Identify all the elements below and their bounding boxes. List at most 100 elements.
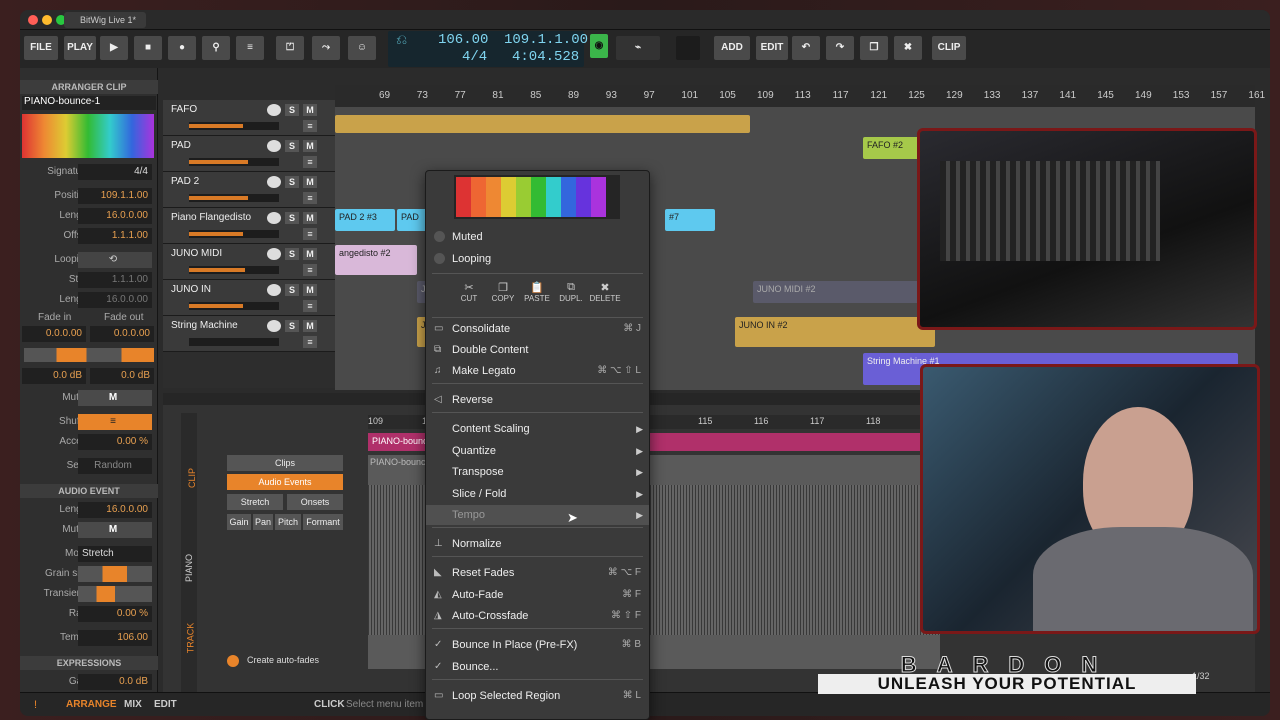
mute-button[interactable]: M: [303, 248, 317, 260]
undo-icon[interactable]: ↶: [792, 36, 820, 60]
gain-right-value[interactable]: 0.0 dB: [90, 368, 154, 384]
gain-left-value[interactable]: 0.0 dB: [22, 368, 86, 384]
track-volume-fader[interactable]: [189, 122, 279, 130]
mute-button[interactable]: M: [303, 320, 317, 332]
formant-lane-button[interactable]: Formant: [303, 514, 343, 530]
length-value[interactable]: 16.0.0.00: [78, 208, 152, 224]
menu-looping[interactable]: Looping: [426, 249, 649, 269]
menu-item-reverse[interactable]: ◁ Reverse: [426, 390, 649, 410]
record-arm-icon[interactable]: [267, 320, 281, 332]
track-menu-icon[interactable]: ≡: [303, 192, 317, 204]
menu-item-double-content[interactable]: ⧉ Double Content: [426, 340, 649, 360]
signature-value[interactable]: 4/4: [78, 164, 152, 180]
track-menu-icon[interactable]: ≡: [303, 300, 317, 312]
menu-action-dupl[interactable]: ⧉ DUPL.: [554, 281, 588, 303]
solo-button[interactable]: S: [285, 320, 299, 332]
menu-item-tempo[interactable]: Tempo ▶: [426, 505, 649, 525]
close-window-button[interactable]: [28, 15, 38, 25]
position-display[interactable]: 109.1.1.00: [504, 32, 588, 48]
delete-icon[interactable]: ✖: [894, 36, 922, 60]
solo-button[interactable]: S: [285, 212, 299, 224]
menu-item-auto-fade[interactable]: ◭ Auto-Fade ⌘ F: [426, 585, 649, 605]
record-icon[interactable]: ●: [168, 36, 196, 60]
shuffle-toggle[interactable]: ≡: [78, 414, 152, 430]
loop-toggle[interactable]: ⟲: [78, 252, 152, 268]
track-menu-icon[interactable]: ≡: [303, 156, 317, 168]
arrange-tab[interactable]: ARRANGE: [66, 699, 117, 710]
arranger-ruler[interactable]: 69 73 77 81 85 89 93 97 101 105 109 113 117 121 125 129…: [335, 85, 1265, 107]
record-arm-icon[interactable]: [267, 212, 281, 224]
loop-length-value[interactable]: 16.0.0.00: [78, 292, 152, 308]
redo-icon[interactable]: ↷: [826, 36, 854, 60]
menu-muted[interactable]: Muted: [426, 227, 649, 247]
mix-tab[interactable]: MIX: [124, 699, 142, 710]
file-button[interactable]: FILE: [24, 36, 58, 60]
mute-toggle[interactable]: M: [78, 390, 152, 406]
track-volume-fader[interactable]: [189, 302, 279, 310]
color-palette-menu[interactable]: [454, 175, 620, 219]
gain-lane-button[interactable]: Gain: [227, 514, 251, 530]
transients-selector[interactable]: [78, 586, 152, 602]
metronome-icon[interactable]: ⏍: [276, 36, 304, 60]
random-button[interactable]: Random: [78, 458, 152, 474]
expr-gain-value[interactable]: 0.0 dB: [78, 674, 152, 690]
add-button[interactable]: ADD: [714, 36, 750, 60]
menu-item-bounce[interactable]: ✓ Bounce...: [426, 657, 649, 677]
menu-item-slice-fold[interactable]: Slice / Fold ▶: [426, 484, 649, 504]
clip-name-field[interactable]: PIANO-bounce-1: [22, 96, 156, 110]
info-icon[interactable]: !: [34, 699, 37, 711]
record-arm-icon[interactable]: [267, 176, 281, 188]
record-arm-icon[interactable]: [267, 248, 281, 260]
event-length-value[interactable]: 16.0.0.00: [78, 502, 152, 518]
menu-item-bounce-in-place-pre-fx[interactable]: ✓ Bounce In Place (Pre-FX) ⌘ B: [426, 635, 649, 655]
swatch-grid[interactable]: [456, 177, 606, 217]
mute-button[interactable]: M: [303, 176, 317, 188]
fade-curve-selector[interactable]: [24, 348, 154, 362]
minimize-window-button[interactable]: [42, 15, 52, 25]
event-mute-toggle[interactable]: M: [78, 522, 152, 538]
solo-button[interactable]: S: [285, 176, 299, 188]
track-header[interactable]: JUNO MIDI S M ≡: [163, 244, 335, 280]
play-menu-button[interactable]: PLAY: [64, 36, 96, 60]
pan-lane-button[interactable]: Pan: [253, 514, 273, 530]
menu-item-transpose[interactable]: Transpose ▶: [426, 462, 649, 482]
track-header[interactable]: String Machine S M ≡: [163, 316, 335, 352]
track-header[interactable]: FAFO S M ≡: [163, 100, 335, 136]
accent-value[interactable]: 0.00 %: [78, 434, 152, 450]
track-volume-fader[interactable]: [189, 194, 279, 202]
clip-flangedisto-2[interactable]: angedisto #2: [335, 245, 417, 275]
mute-button[interactable]: M: [303, 104, 317, 116]
edit-tab[interactable]: EDIT: [154, 699, 177, 710]
menu-item-normalize[interactable]: ⊥ Normalize: [426, 534, 649, 554]
play-icon[interactable]: ▶: [100, 36, 128, 60]
mute-button[interactable]: M: [303, 140, 317, 152]
record-arm-icon[interactable]: [267, 104, 281, 116]
project-tab[interactable]: BitWig Live 1*: [64, 12, 146, 28]
menu-item-content-scaling[interactable]: Content Scaling ▶: [426, 419, 649, 439]
audio-events-button[interactable]: Audio Events: [227, 474, 343, 490]
rate-value[interactable]: 0.00 %: [78, 606, 152, 622]
position-value[interactable]: 109.1.1.00: [78, 188, 152, 204]
menu-item-consolidate[interactable]: ▭ Consolidate ⌘ J: [426, 319, 649, 339]
track-menu-icon[interactable]: ≡: [303, 336, 317, 348]
solo-button[interactable]: S: [285, 248, 299, 260]
mute-button[interactable]: M: [303, 284, 317, 296]
tempo-value[interactable]: 106.00: [78, 630, 152, 646]
record-arm-icon[interactable]: [267, 140, 281, 152]
clip-pad-7[interactable]: #7: [665, 209, 715, 231]
auto-fades-checkbox[interactable]: [227, 655, 239, 667]
menu-item-loop-selected-region[interactable]: ▭ Loop Selected Region ⌘ L: [426, 686, 649, 706]
automation-icon[interactable]: ⚲: [202, 36, 230, 60]
track-header[interactable]: Piano Flangedisto S M ≡: [163, 208, 335, 244]
preroll-icon[interactable]: ⤳: [312, 36, 340, 60]
mute-button[interactable]: M: [303, 212, 317, 224]
track-header[interactable]: PAD S M ≡: [163, 136, 335, 172]
track-menu-icon[interactable]: ≡: [303, 120, 317, 132]
fade-out-value[interactable]: 0.0.0.00: [90, 326, 154, 342]
track-menu-icon[interactable]: ≡: [303, 264, 317, 276]
loop-icon[interactable]: ⎌: [396, 33, 407, 49]
clip-pad2-3[interactable]: PAD 2 #3: [335, 209, 395, 231]
onsets-button[interactable]: Onsets: [287, 494, 343, 510]
fade-in-value[interactable]: 0.0.0.00: [22, 326, 86, 342]
stop-icon[interactable]: ■: [134, 36, 162, 60]
